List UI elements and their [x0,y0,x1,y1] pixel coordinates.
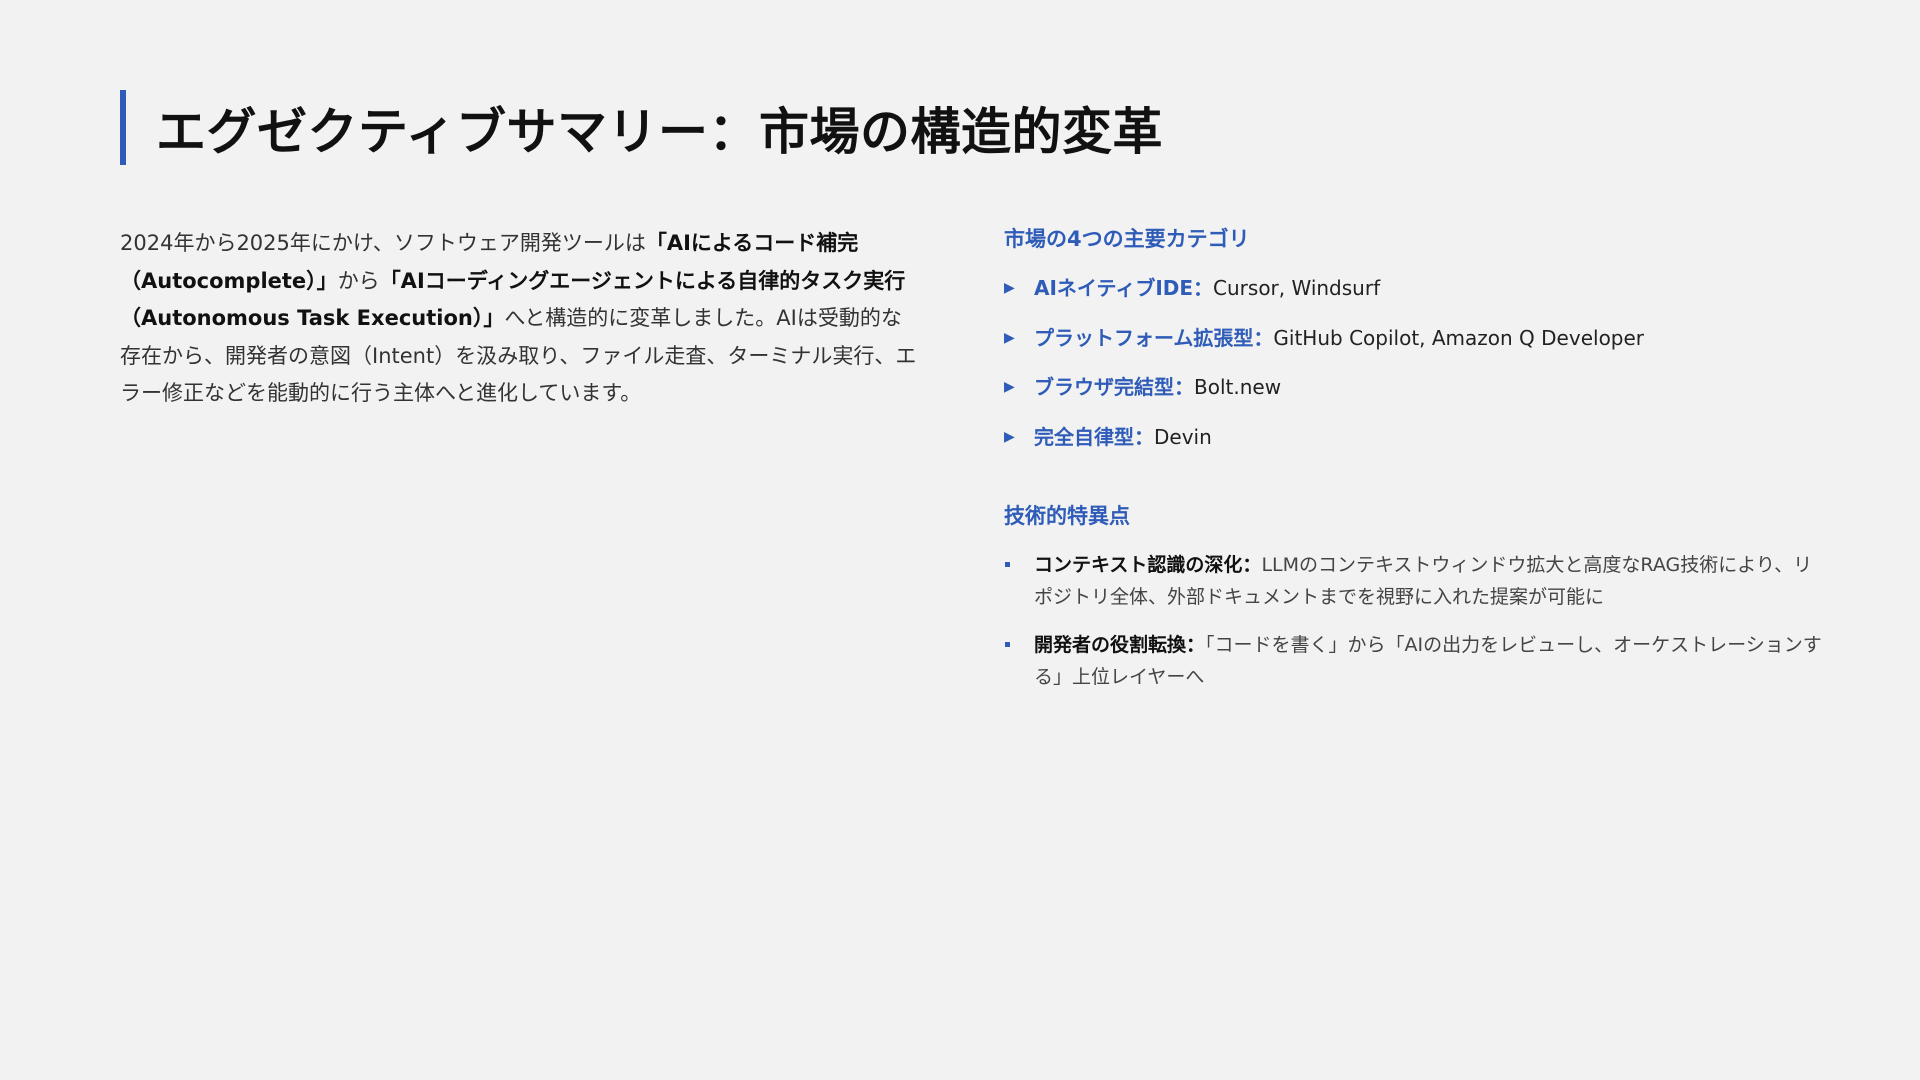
intro-text-2: から [337,268,380,293]
tech-section: 技術的特異点 コンテキスト認識の深化：LLMのコンテキストウィンドウ拡大と高度な… [1004,499,1822,693]
page-title: エグゼクティブサマリー：市場の構造的変革 [156,102,1163,161]
list-item: ▶ ブラウザ完結型：Bolt.new [1004,371,1804,403]
list-item: ▶ AIネイティブIDE：Cursor, Windsurf [1004,272,1804,304]
category-label: AIネイティブIDE： [1034,276,1214,300]
tech-list: コンテキスト認識の深化：LLMのコンテキストウィンドウ拡大と高度なRAG技術によ… [1004,549,1822,693]
tech-label: コンテキスト認識の深化： [1034,553,1262,576]
categories-section: 市場の4つの主要カテゴリ ▶ AIネイティブIDE：Cursor, Windsu… [1004,222,1804,453]
category-value: Bolt.new [1194,375,1282,399]
title-area: エグゼクティブサマリー：市場の構造的変革 [120,90,1163,165]
triangle-bullet-icon: ▶ [1004,280,1015,296]
square-bullet-icon [1005,641,1010,647]
right-column: 市場の4つの主要カテゴリ ▶ AIネイティブIDE：Cursor, Windsu… [1004,222,1822,709]
category-value: Devin [1154,424,1212,449]
triangle-bullet-icon: ▶ [1004,329,1015,346]
categories-list: ▶ AIネイティブIDE：Cursor, Windsurf ▶ プラットフォーム… [1004,272,1804,453]
category-value: GitHub Copilot, Amazon Q Developer [1273,325,1645,350]
category-label: プラットフォーム拡張型： [1034,325,1274,350]
list-item: 開発者の役割転換：「コードを書く」から「AIの出力をレビューし、オーケストレーシ… [1004,629,1824,693]
list-item: ▶ プラットフォーム拡張型：GitHub Copilot, Amazon Q D… [1004,322,1804,354]
category-value: Cursor, Windsurf [1213,276,1381,300]
intro-paragraph: 2024年から2025年にかけ、ソフトウェア開発ツールは「AIによるコード補完（… [120,225,920,413]
intro-text-1: 2024年から2025年にかけ、ソフトウェア開発ツールは [120,231,646,255]
tech-heading: 技術的特異点 [1004,503,1130,528]
category-label: ブラウザ完結型： [1034,375,1194,399]
square-bullet-icon [1005,561,1010,567]
tech-label: 開発者の役割転換： [1034,633,1206,656]
categories-heading: 市場の4つの主要カテゴリ [1004,227,1250,251]
category-label: 完全自律型： [1034,424,1154,449]
list-item: ▶ 完全自律型：Devin [1004,421,1804,453]
title-accent-bar [120,90,126,165]
list-item: コンテキスト認識の深化：LLMのコンテキストウィンドウ拡大と高度なRAG技術によ… [1004,549,1824,613]
triangle-bullet-icon: ▶ [1004,379,1015,395]
triangle-bullet-icon: ▶ [1004,428,1015,445]
slide: エグゼクティブサマリー：市場の構造的変革 2024年から2025年にかけ、ソフト… [0,0,1920,1080]
